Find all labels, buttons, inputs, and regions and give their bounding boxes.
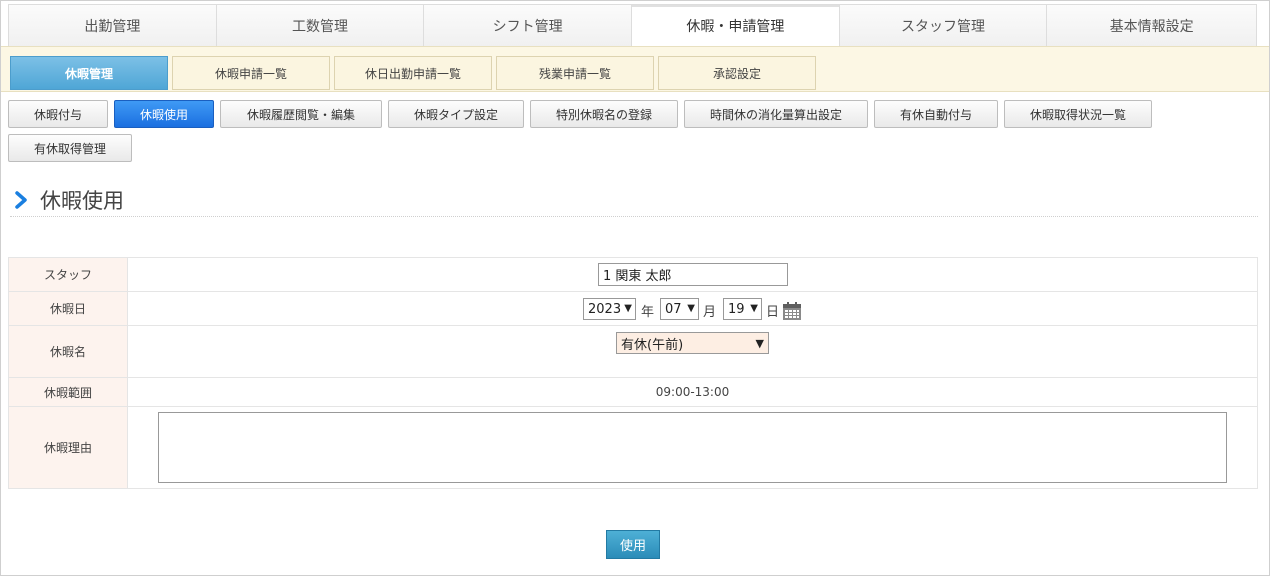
- tab-attendance[interactable]: 出勤管理: [9, 5, 217, 47]
- use-leave-button[interactable]: 休暇使用: [114, 100, 214, 128]
- leave-use-form: スタッフ 1 関東 太郎 休暇日 2023 ▼ 年 07 ▼ 月 19 ▼ 日: [8, 257, 1258, 489]
- calendar-icon[interactable]: [782, 301, 802, 321]
- range-label: 休暇範囲: [8, 378, 128, 406]
- section-header: 休暇使用: [10, 184, 1258, 217]
- tab-staff[interactable]: スタッフ管理: [839, 5, 1048, 47]
- reason-label: 休暇理由: [8, 407, 128, 488]
- leave-name-select[interactable]: 有休(午前) ▼: [616, 332, 769, 354]
- month-select[interactable]: 07 ▼: [660, 298, 699, 320]
- month-value: 07: [665, 301, 682, 317]
- top-nav: 出勤管理 工数管理 シフト管理 休暇・申請管理 スタッフ管理 基本情報設定: [8, 4, 1257, 47]
- leave-history-button[interactable]: 休暇履歴閲覧・編集: [220, 100, 382, 128]
- reason-textarea[interactable]: [158, 412, 1227, 483]
- month-unit: 月: [703, 305, 717, 320]
- day-value: 19: [728, 301, 745, 317]
- use-submit-button[interactable]: 使用: [606, 530, 660, 559]
- year-value: 2023: [588, 301, 622, 317]
- sub-nav: 休暇管理 休暇申請一覧 休日出勤申請一覧 残業申請一覧 承認設定: [1, 46, 1269, 92]
- day-select[interactable]: 19 ▼: [723, 298, 762, 320]
- grant-leave-button[interactable]: 休暇付与: [8, 100, 108, 128]
- tab-leave-requests[interactable]: 休暇・申請管理: [632, 5, 840, 47]
- row-leave-name: 休暇名 有休(午前) ▼: [8, 326, 1258, 378]
- row-staff: スタッフ 1 関東 太郎: [8, 258, 1258, 292]
- subtab-overtime-request-list[interactable]: 残業申請一覧: [496, 56, 654, 90]
- paid-leave-management-button[interactable]: 有休取得管理: [8, 134, 132, 162]
- tab-shift[interactable]: シフト管理: [424, 5, 633, 47]
- day-unit: 日: [766, 305, 780, 320]
- leave-status-list-button[interactable]: 休暇取得状況一覧: [1004, 100, 1152, 128]
- tab-basic-settings[interactable]: 基本情報設定: [1047, 5, 1257, 47]
- year-unit: 年: [641, 305, 655, 320]
- subtab-holiday-work-request-list[interactable]: 休日出勤申請一覧: [334, 56, 492, 90]
- chevron-down-icon: ▼: [687, 303, 695, 314]
- year-select[interactable]: 2023 ▼: [583, 298, 636, 320]
- tab-man-hours[interactable]: 工数管理: [216, 5, 425, 47]
- staff-field[interactable]: 1 関東 太郎: [598, 263, 788, 286]
- leave-name-value: 有休(午前): [621, 337, 684, 353]
- page-title: 休暇使用: [40, 189, 124, 213]
- chevron-down-icon: ▼: [750, 303, 758, 314]
- chevron-down-icon: ▼: [755, 337, 764, 350]
- chevron-right-icon: [10, 189, 32, 211]
- subtab-leave-request-list[interactable]: 休暇申請一覧: [172, 56, 330, 90]
- subtab-approval-settings[interactable]: 承認設定: [658, 56, 816, 90]
- chevron-down-icon: ▼: [624, 303, 632, 314]
- subtab-leave-management[interactable]: 休暇管理: [10, 56, 168, 90]
- auto-grant-paid-leave-button[interactable]: 有休自動付与: [874, 100, 998, 128]
- row-reason: 休暇理由: [8, 407, 1258, 489]
- date-label: 休暇日: [8, 292, 128, 325]
- staff-label: スタッフ: [8, 258, 128, 291]
- range-value: 09:00-13:00: [655, 385, 730, 399]
- leave-type-settings-button[interactable]: 休暇タイプ設定: [388, 100, 524, 128]
- row-range: 休暇範囲 09:00-13:00: [8, 378, 1258, 407]
- row-date: 休暇日 2023 ▼ 年 07 ▼ 月 19 ▼ 日: [8, 292, 1258, 326]
- leave-name-label: 休暇名: [8, 326, 128, 377]
- hourly-leave-calc-settings-button[interactable]: 時間休の消化量算出設定: [684, 100, 868, 128]
- special-leave-register-button[interactable]: 特別休暇名の登録: [530, 100, 678, 128]
